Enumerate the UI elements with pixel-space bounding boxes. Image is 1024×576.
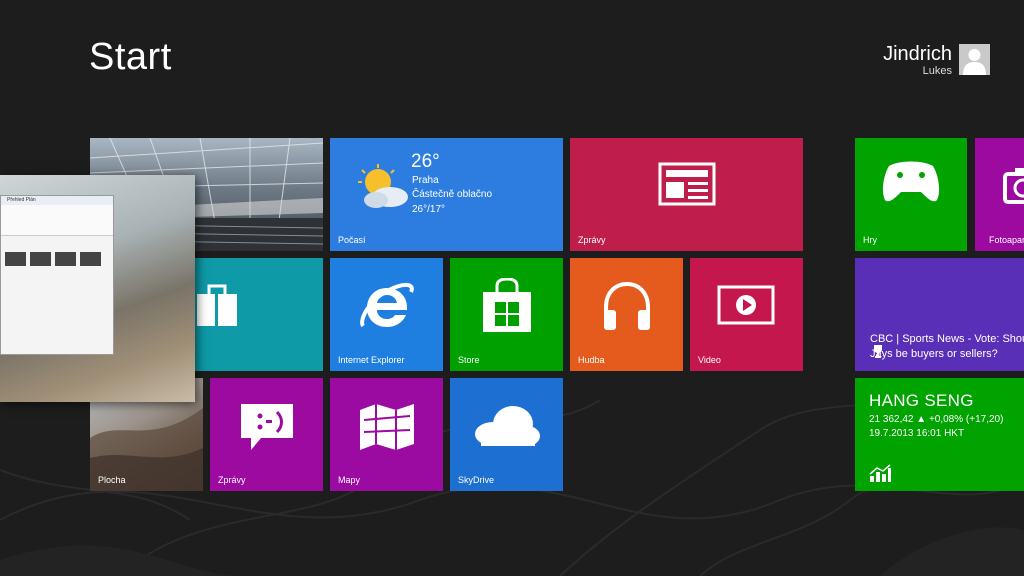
- tile-games[interactable]: Hry: [855, 138, 967, 251]
- tile-label: Hudba: [578, 355, 605, 365]
- avatar[interactable]: [959, 44, 990, 75]
- user-first-name: Jindrich: [883, 43, 952, 65]
- tile-camera[interactable]: Fotoaparát: [975, 138, 1024, 251]
- finance-index-name: HANG SENG: [869, 391, 974, 410]
- map-icon: [360, 404, 414, 450]
- camera-icon: [1003, 168, 1024, 204]
- headphones-icon: [604, 281, 650, 330]
- weather-temperature: 26°: [411, 151, 440, 172]
- thumb-file: [30, 252, 51, 266]
- thumb-file: [55, 252, 76, 266]
- tile-label: SkyDrive: [458, 475, 495, 485]
- partly-cloudy-icon: [358, 164, 408, 208]
- cloud-icon: [475, 406, 540, 446]
- tile-label: Store: [458, 355, 480, 365]
- tile-label: Počasí: [338, 235, 366, 245]
- tile-label: Fotoaparát: [989, 235, 1024, 245]
- tile-label: Internet Explorer: [338, 355, 405, 365]
- newspaper-icon: [658, 162, 716, 206]
- weather-city: Praha: [412, 175, 439, 186]
- tile-weather[interactable]: 26° Praha Částečně oblačno 26°/17° Počas…: [330, 138, 563, 251]
- chat-bubble-icon: [241, 404, 293, 450]
- stock-chart-icon: [869, 464, 891, 482]
- tile-sports[interactable]: CBC | Sports News - Vote: Should Jays be…: [855, 258, 1024, 371]
- explorer-window-thumbnail: Přehled Plán: [0, 195, 114, 355]
- tile-music[interactable]: Hudba: [570, 258, 683, 371]
- trophy-icon: [874, 345, 882, 358]
- tile-maps[interactable]: Mapy: [330, 378, 443, 491]
- tile-label: Mapy: [338, 475, 361, 485]
- tile-news[interactable]: Zprávy: [570, 138, 803, 251]
- tile-store[interactable]: Store: [450, 258, 563, 371]
- tile-label: Plocha: [98, 475, 126, 485]
- tile-messaging[interactable]: Zprávy: [210, 378, 323, 491]
- thumb-ribbon: [1, 205, 113, 236]
- app-switcher-thumbnail[interactable]: Přehled Plán: [0, 175, 195, 402]
- xbox-controller-icon: [882, 161, 940, 202]
- tile-label: Zprávy: [218, 475, 246, 485]
- finance-timestamp: 19.7.2013 16:01 HKT: [869, 428, 965, 439]
- user-account[interactable]: Jindrich Lukes: [840, 43, 990, 77]
- tile-skydrive[interactable]: SkyDrive: [450, 378, 563, 491]
- user-silhouette-icon: [963, 49, 986, 75]
- play-icon: [717, 285, 775, 325]
- weather-range: 26°/17°: [412, 204, 446, 215]
- internet-explorer-icon: [360, 283, 414, 328]
- thumb-window-title: Přehled Plán: [1, 196, 113, 205]
- store-bag-icon: [483, 278, 531, 332]
- tile-finance[interactable]: HANG SENG 21 362,42 ▲ +0,08% (+17,20) 19…: [855, 378, 1024, 491]
- thumb-file-list: [3, 251, 103, 272]
- tile-label: Video: [698, 355, 721, 365]
- tile-internet-explorer[interactable]: Internet Explorer: [330, 258, 443, 371]
- start-title: Start: [89, 36, 172, 78]
- thumb-file: [80, 252, 101, 266]
- tile-video[interactable]: Video: [690, 258, 803, 371]
- weather-description: Částečně oblačno: [412, 189, 493, 200]
- tile-teal-app[interactable]: [195, 258, 323, 371]
- tile-label: Zprávy: [578, 235, 606, 245]
- user-last-name: Lukes: [922, 65, 952, 77]
- finance-value: 21 362,42 ▲ +0,08% (+17,20): [869, 414, 1004, 425]
- briefcase-icon: [197, 284, 237, 326]
- tile-label: Hry: [863, 235, 877, 245]
- sports-headline: CBC | Sports News - Vote: Should Jays be…: [870, 333, 1024, 360]
- thumb-file: [5, 252, 26, 266]
